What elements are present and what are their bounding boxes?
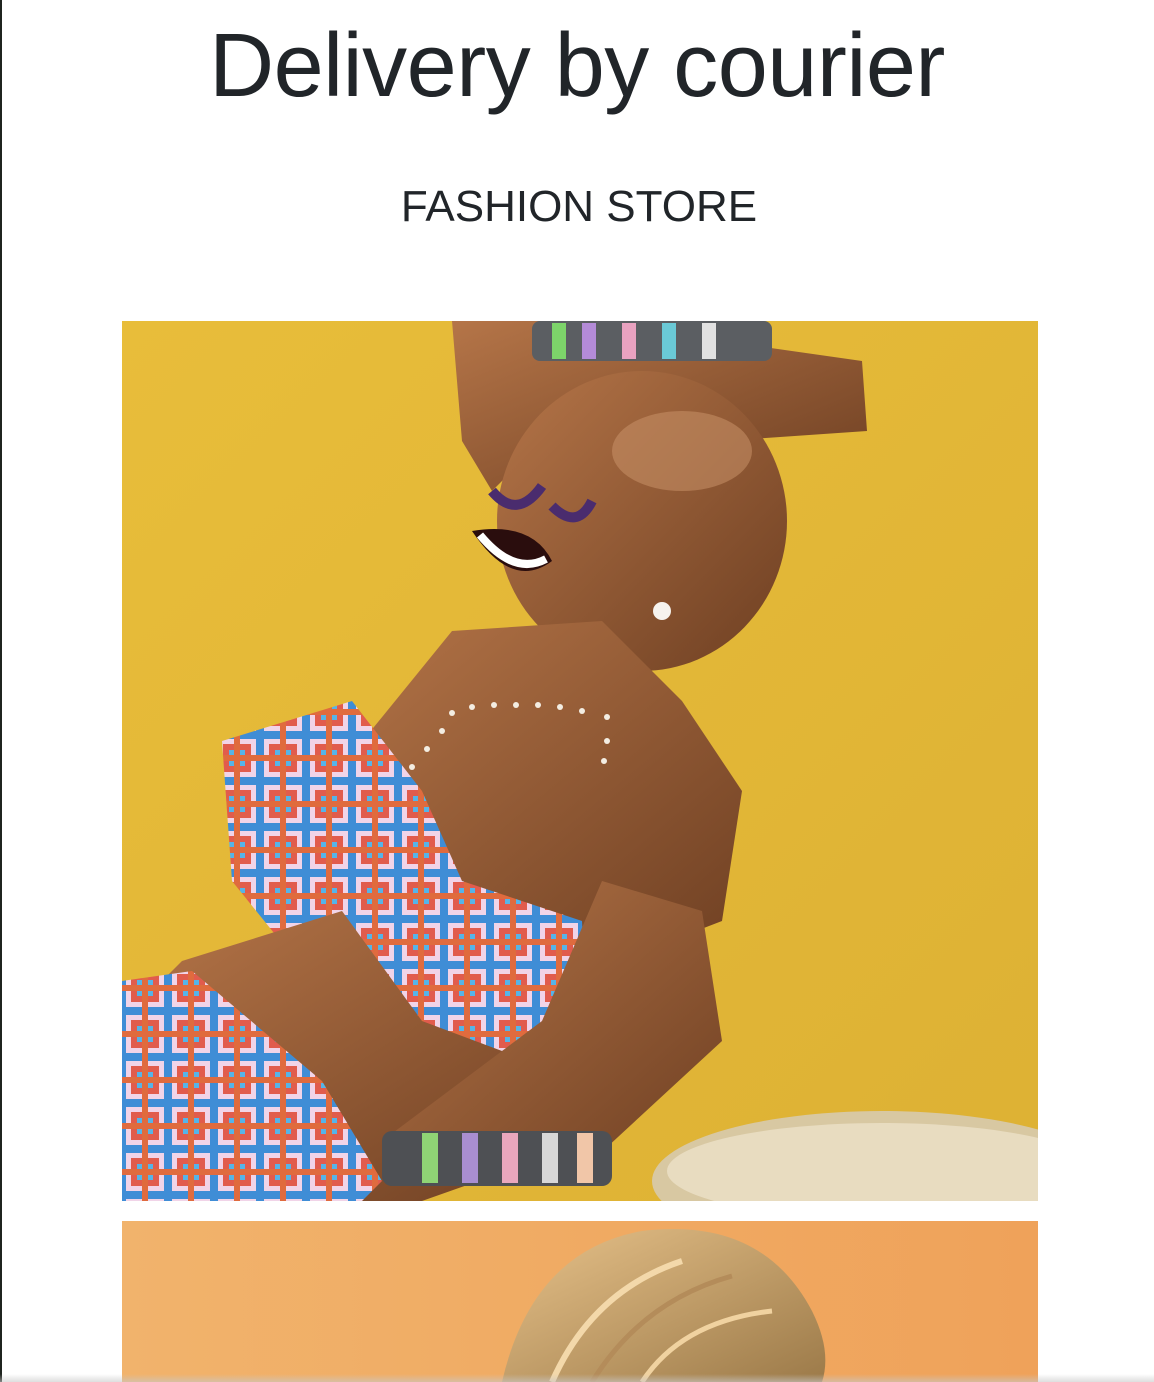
viewport-bottom-edge — [0, 1374, 1154, 1382]
page-title: Delivery by courier — [209, 16, 945, 116]
model-yellow-backdrop-illustration — [122, 321, 1038, 1201]
product-photo-1[interactable] — [122, 321, 1038, 1201]
model-orange-backdrop-illustration — [122, 1221, 1038, 1382]
bangles-top — [532, 321, 772, 361]
product-photo-2[interactable] — [122, 1221, 1038, 1382]
page-subtitle: FASHION STORE — [400, 182, 758, 231]
